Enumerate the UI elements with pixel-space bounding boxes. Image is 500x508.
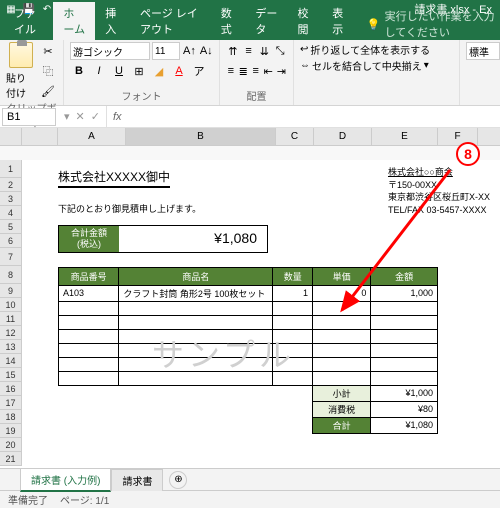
formula-bar[interactable]: fx — [106, 106, 500, 127]
bulb-icon: 💡 — [367, 18, 381, 31]
italic-button[interactable]: I — [90, 62, 108, 80]
row-header[interactable]: 17 — [0, 396, 21, 410]
col-header[interactable]: E — [372, 128, 438, 145]
font-group-label: フォント — [70, 88, 213, 103]
align-top-icon[interactable]: ⇈ — [226, 42, 240, 60]
invoice-recipient: 株式会社XXXXX御中 — [58, 168, 170, 188]
align-center-icon[interactable]: ≣ — [238, 62, 249, 80]
row-header[interactable]: 14 — [0, 354, 21, 368]
shrink-font-icon[interactable]: A↓ — [199, 42, 214, 60]
align-middle-icon[interactable]: ≡ — [242, 42, 256, 60]
table-row: A103 クラフト封筒 角形2号 100枚セット 1 0 1,000 — [59, 285, 438, 301]
table-row — [59, 343, 438, 357]
row-header[interactable]: 10 — [0, 298, 21, 312]
tab-home[interactable]: ホーム — [53, 2, 95, 40]
tab-file[interactable]: ファイル — [4, 2, 53, 40]
wrap-text-button[interactable]: ↩折り返して全体を表示する — [300, 42, 453, 57]
status-page: ページ: 1/1 — [60, 492, 109, 507]
table-row — [59, 315, 438, 329]
row-header[interactable]: 12 — [0, 326, 21, 340]
select-all-corner[interactable] — [0, 128, 22, 146]
fx-label: fx — [113, 111, 122, 123]
row-header[interactable]: 3 — [0, 192, 21, 206]
row-header[interactable]: 5 — [0, 220, 21, 234]
copy-icon[interactable]: ⿻ — [39, 62, 57, 80]
align-bottom-icon[interactable]: ⇊ — [258, 42, 272, 60]
row-header[interactable]: 20 — [0, 438, 21, 452]
total-box: 合計金額(税込) ¥1,080 — [58, 225, 268, 253]
sheet-tab[interactable]: 請求書 — [111, 469, 163, 491]
row-header[interactable]: 19 — [0, 424, 21, 438]
table-row — [59, 301, 438, 315]
status-ready: 準備完了 — [8, 492, 48, 507]
font-color-button[interactable]: A — [170, 62, 188, 80]
add-sheet-button[interactable]: ⊕ — [169, 471, 187, 489]
row-header[interactable]: 16 — [0, 382, 21, 396]
insert-fn-icon[interactable]: ✓ — [91, 110, 100, 123]
col-margin — [22, 128, 58, 145]
enter-formula-icon[interactable]: ✕ — [76, 110, 85, 123]
row-header[interactable]: 11 — [0, 312, 21, 326]
table-row — [59, 357, 438, 371]
cut-icon[interactable]: ✂ — [39, 42, 57, 60]
col-header[interactable]: D — [314, 128, 372, 145]
callout-badge: 8 — [456, 142, 480, 166]
align-left-icon[interactable]: ≡ — [226, 62, 236, 80]
col-header[interactable]: A — [58, 128, 126, 145]
tab-review[interactable]: 校閲 — [287, 2, 322, 40]
row-header[interactable]: 13 — [0, 340, 21, 354]
row-header[interactable]: 15 — [0, 368, 21, 382]
table-row — [59, 371, 438, 385]
merge-center-button[interactable]: ⇔セルを結合して中央揃え ▾ — [300, 58, 453, 73]
bold-button[interactable]: B — [70, 62, 88, 80]
cancel-formula-icon[interactable]: ▾ — [64, 110, 70, 123]
row-header[interactable]: 9 — [0, 284, 21, 298]
tell-me-input[interactable]: 💡実行したい作業を入力してください — [367, 8, 496, 40]
font-name-select[interactable] — [70, 42, 150, 60]
tab-pagelayout[interactable]: ページ レイアウト — [130, 2, 211, 40]
items-table: 商品番号 商品名 数量 単価 金額 A103 クラフト封筒 角形2号 100枚セ… — [58, 267, 438, 434]
sheet-tab-active[interactable]: 請求書 (入力例) — [20, 468, 111, 492]
number-format-select[interactable] — [466, 42, 500, 60]
tab-insert[interactable]: 挿入 — [95, 2, 130, 40]
table-row — [59, 329, 438, 343]
row-header[interactable]: 18 — [0, 410, 21, 424]
row-header[interactable]: 7 — [0, 248, 21, 266]
tab-view[interactable]: 表示 — [322, 2, 357, 40]
tab-formulas[interactable]: 数式 — [211, 2, 246, 40]
underline-button[interactable]: U — [110, 62, 128, 80]
indent-dec-icon[interactable]: ⇤ — [263, 62, 274, 80]
wrap-icon: ↩ — [300, 44, 308, 55]
col-header[interactable]: B — [126, 128, 276, 145]
row-header[interactable]: 21 — [0, 452, 21, 466]
format-painter-icon[interactable]: 🖌 — [39, 82, 57, 100]
row-header[interactable]: 2 — [0, 178, 21, 192]
align-right-icon[interactable]: ≡ — [251, 62, 261, 80]
row-header[interactable]: 6 — [0, 234, 21, 248]
orientation-icon[interactable]: ⤡ — [273, 42, 287, 60]
indent-inc-icon[interactable]: ⇥ — [276, 62, 287, 80]
row-header[interactable]: 8 — [0, 266, 21, 284]
paste-button[interactable]: 貼り付け — [6, 42, 35, 100]
row-header[interactable]: 4 — [0, 206, 21, 220]
col-header[interactable]: C — [276, 128, 314, 145]
tab-data[interactable]: データ — [245, 2, 287, 40]
phonetic-button[interactable]: ア — [190, 62, 208, 80]
border-button[interactable]: ⊞ — [130, 62, 148, 80]
row-header[interactable]: 1 — [0, 160, 21, 178]
align-group-label: 配置 — [226, 88, 287, 103]
fill-color-button[interactable]: ◢ — [150, 62, 168, 80]
font-size-select[interactable] — [152, 42, 180, 60]
name-box[interactable] — [2, 108, 56, 126]
merge-icon: ⇔ — [300, 60, 310, 71]
sender-info: 株式会社○○商会 〒150-00XX 東京都渋谷区桜丘町X-XX TEL/FAX… — [388, 166, 490, 216]
grow-font-icon[interactable]: A↑ — [182, 42, 197, 60]
